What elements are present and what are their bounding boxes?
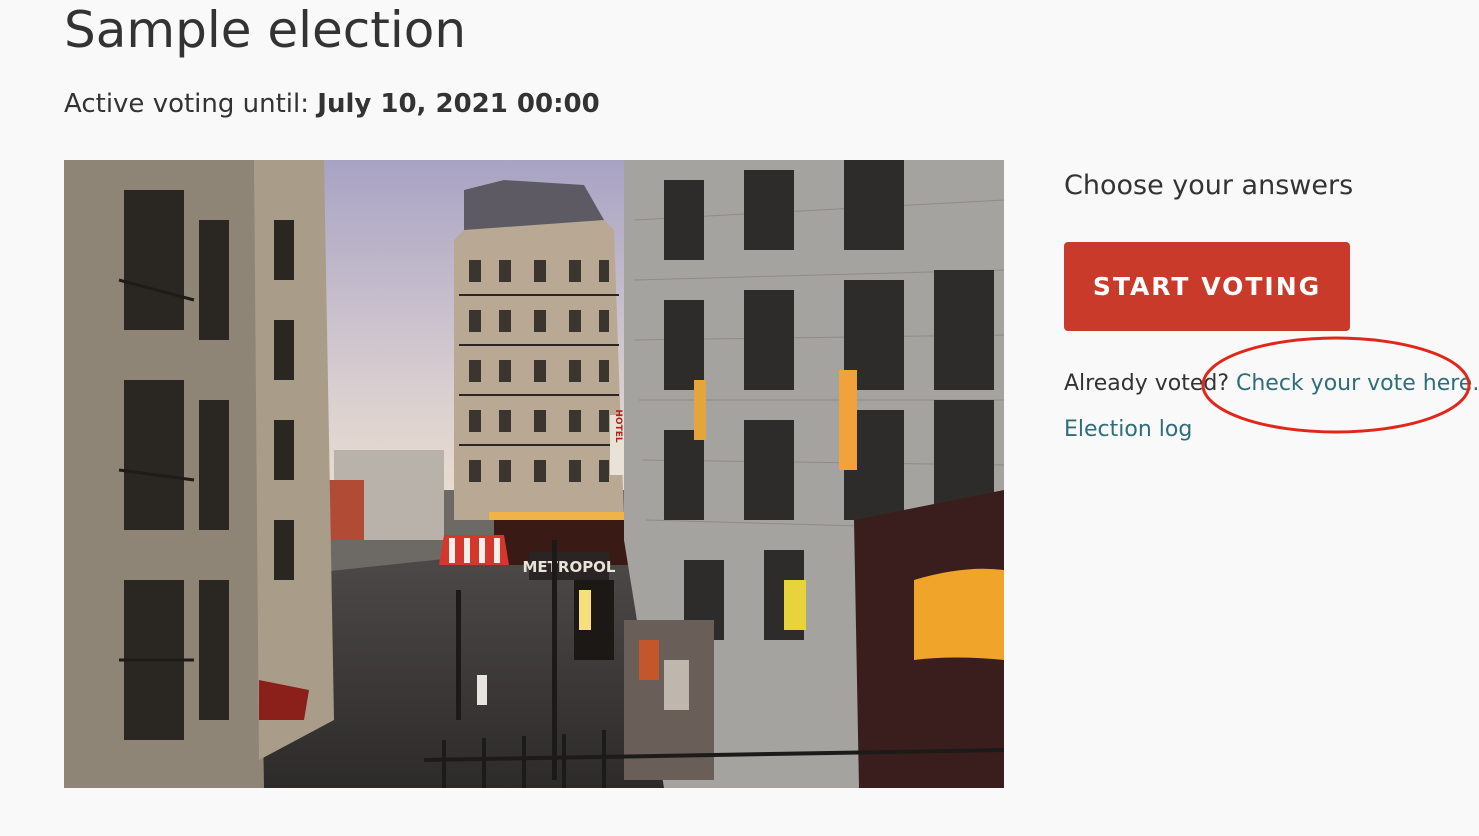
active-voting-date: July 10, 2021 00:00 bbox=[317, 89, 600, 119]
check-vote-link[interactable]: Check your vote here. bbox=[1236, 371, 1479, 396]
already-voted-text: Already voted? bbox=[1064, 371, 1229, 396]
election-image: HOTEL METROPOL bbox=[64, 160, 1004, 788]
election-log-link[interactable]: Election log bbox=[1064, 417, 1192, 442]
start-voting-button[interactable]: START VOTING bbox=[1064, 242, 1350, 331]
choose-answers-heading: Choose your answers bbox=[1064, 170, 1354, 201]
active-voting-label: Active voting until: bbox=[64, 89, 310, 119]
page-title: Sample election bbox=[64, 1, 467, 59]
election-page: Sample election Active voting until: Jul… bbox=[0, 0, 1479, 836]
metropol-sign: METROPOL bbox=[522, 558, 615, 576]
active-voting-line: Active voting until: July 10, 2021 00:00 bbox=[64, 86, 600, 122]
already-voted-line: Already voted? Check your vote here. bbox=[1064, 368, 1479, 400]
election-log-line: Election log bbox=[1064, 414, 1192, 446]
hotel-sign: HOTEL bbox=[613, 409, 623, 442]
